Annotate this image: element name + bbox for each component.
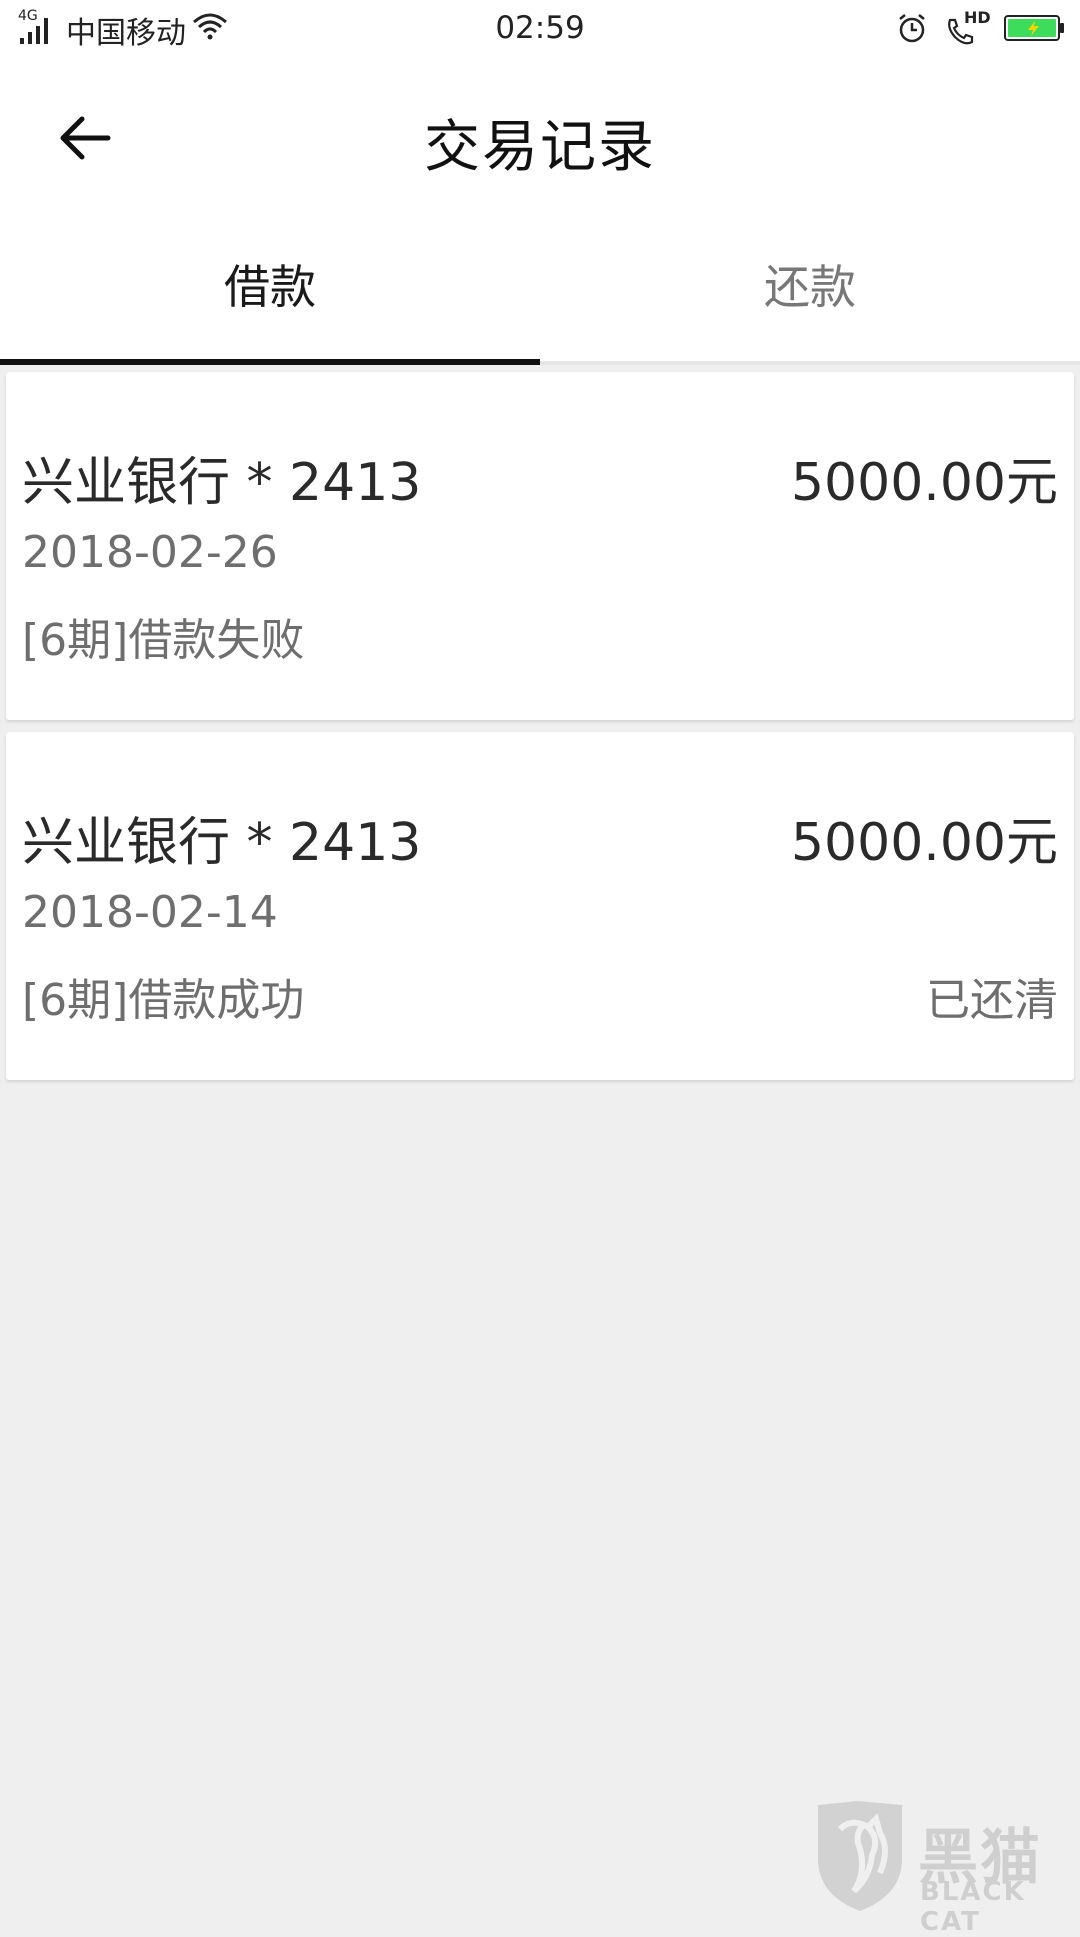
record-status: [6期]借款失败 [22,615,305,666]
record-status: [6期]借款成功 [22,975,305,1026]
alarm-icon [896,12,928,48]
tab-borrow[interactable]: 借款 [0,220,540,365]
record-bank: 兴业银行 * 2413 [22,453,422,513]
header: 交易记录 [0,60,1080,220]
watermark-subtext: BLACK CAT [920,1877,1026,1937]
record-date: 2018-02-26 [22,527,278,578]
record-card[interactable]: 兴业银行 * 2413 5000.00元 2018-02-26 [6期]借款失败 [6,372,1074,720]
record-card[interactable]: 兴业银行 * 2413 5000.00元 2018-02-14 [6期]借款成功… [6,732,1074,1080]
page-title: 交易记录 [424,115,656,180]
record-bank: 兴业银行 * 2413 [22,813,422,873]
tab-bar: 借款 还款 [0,220,1080,365]
record-repay-status: 已还清 [926,975,1058,1026]
record-date: 2018-02-14 [22,887,278,938]
black-cat-logo-icon [810,1799,910,1918]
record-list: 兴业银行 * 2413 5000.00元 2018-02-26 [6期]借款失败… [6,372,1074,1092]
watermark: 黑猫 BLACK CAT [810,1799,1080,1937]
status-right: HD [896,8,1066,50]
tab-repay[interactable]: 还款 [540,220,1080,361]
record-amount: 5000.00元 [790,813,1058,873]
record-amount: 5000.00元 [790,453,1058,513]
hd-label: HD [964,8,991,27]
status-bar: 4G 中国移动 02:59 HD [0,0,1080,60]
battery-icon [1004,14,1066,46]
hd-call-icon: HD [944,8,991,46]
